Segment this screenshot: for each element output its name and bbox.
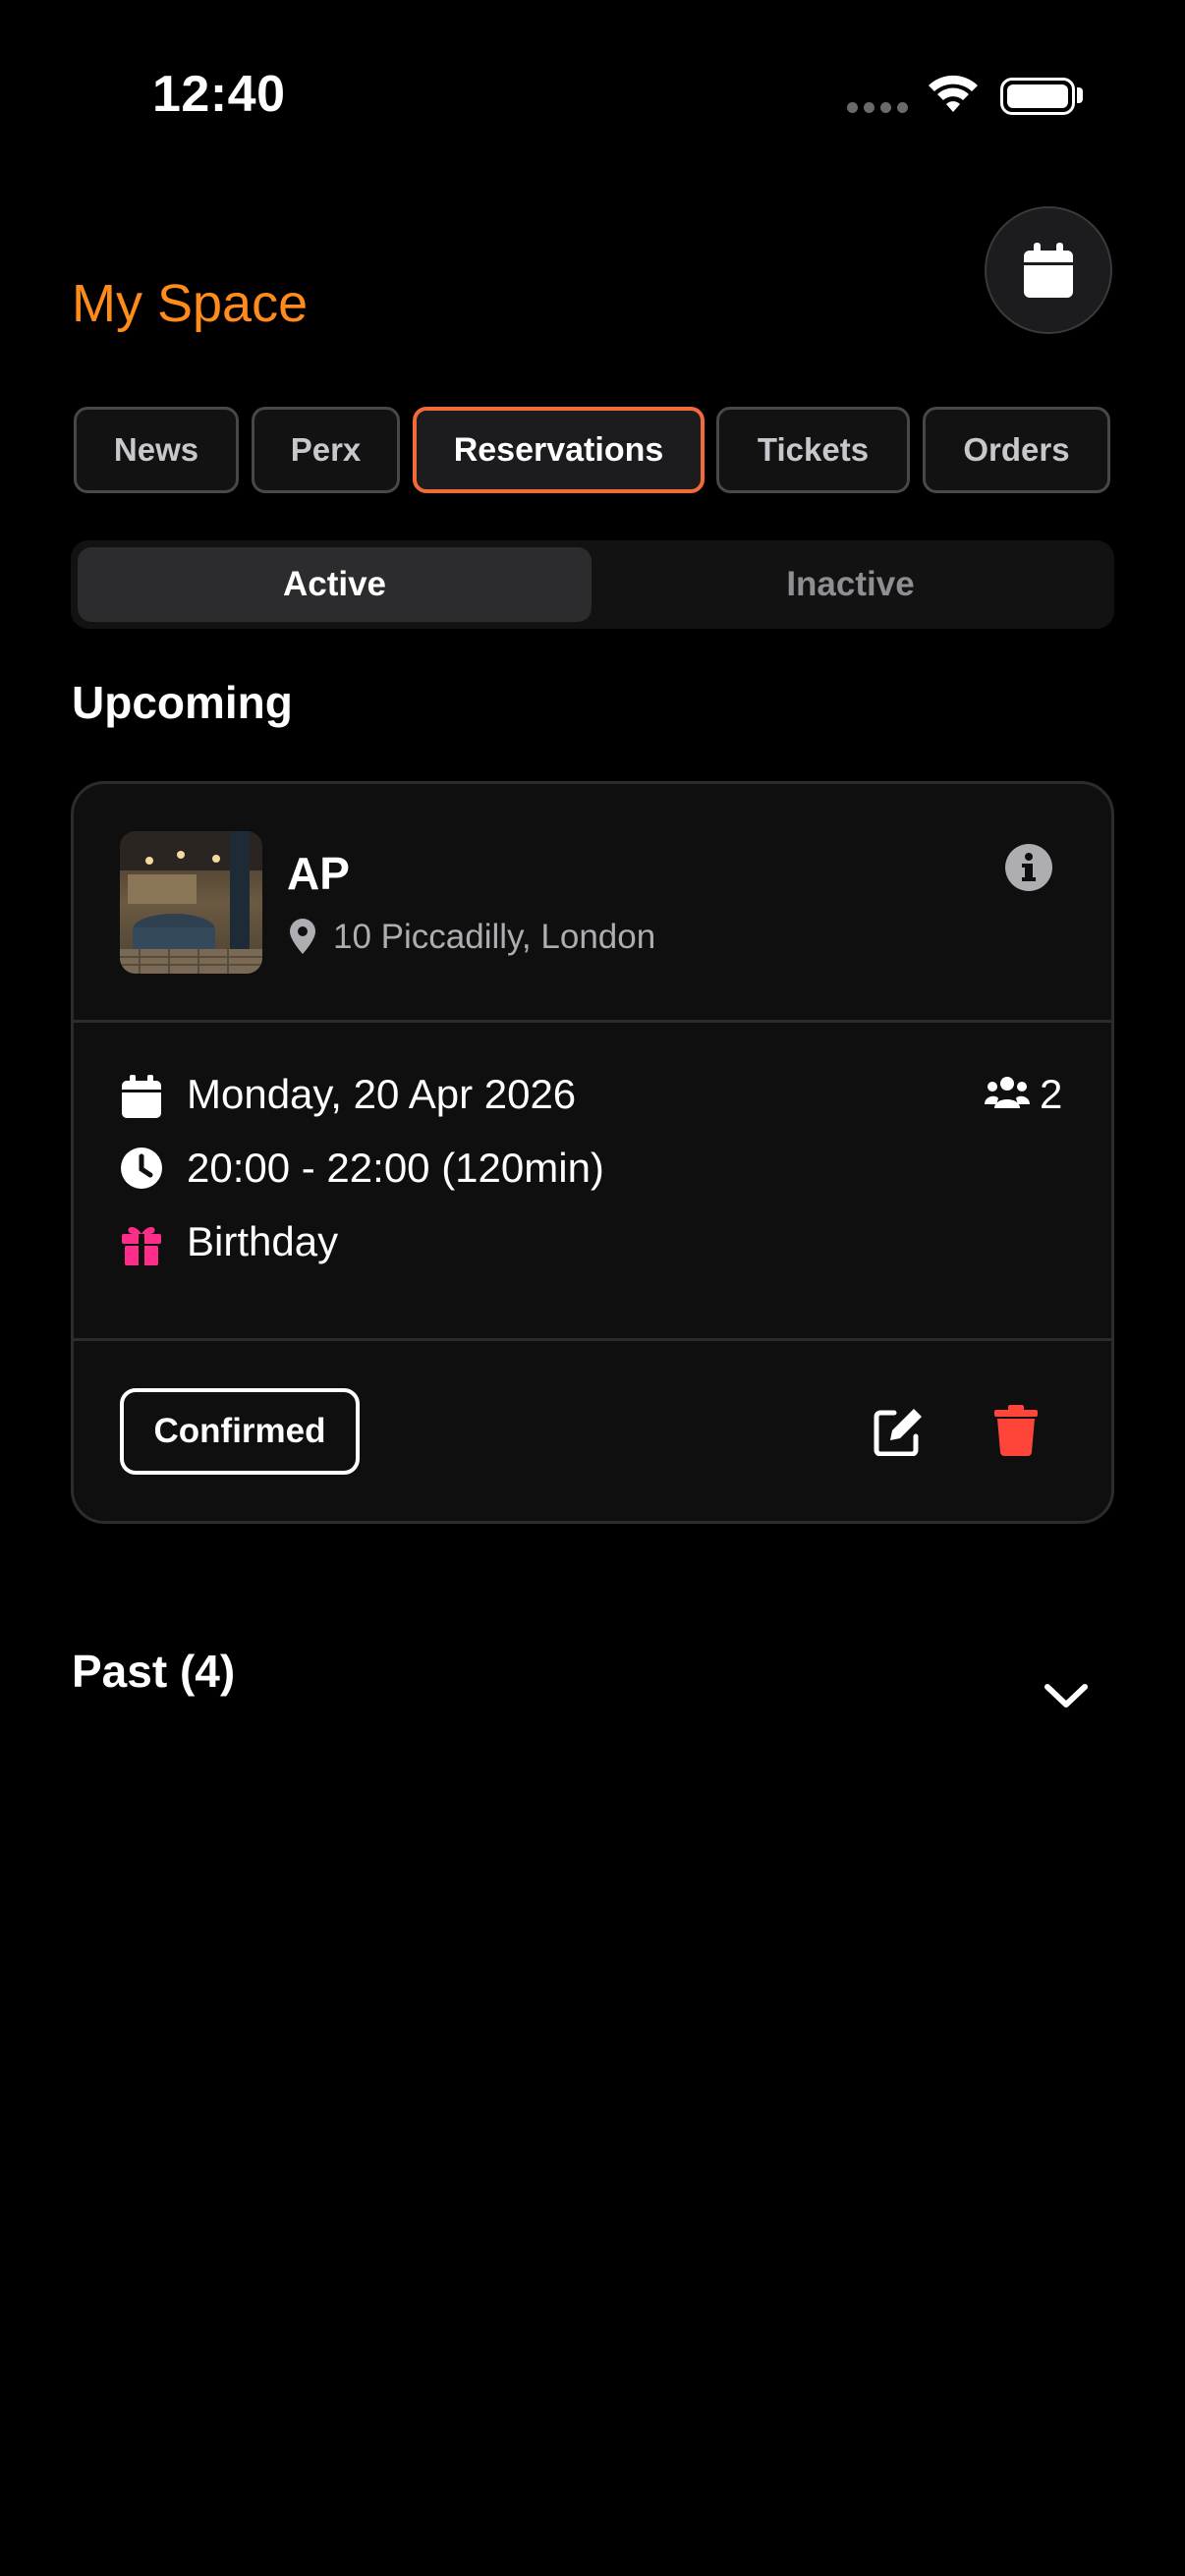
tab-reservations[interactable]: Reservations	[413, 407, 705, 493]
gift-icon	[122, 1227, 161, 1265]
battery-cap	[1077, 87, 1083, 103]
calendar-icon	[1024, 243, 1073, 298]
reservation-date: Monday, 20 Apr 2026	[187, 1071, 577, 1117]
info-icon[interactable]	[1004, 843, 1053, 892]
past-heading[interactable]: Past (4)	[72, 1645, 235, 1698]
delete-icon[interactable]	[994, 1405, 1038, 1456]
calendar-icon	[122, 1075, 161, 1118]
venue-address: 10 Piccadilly, London	[333, 918, 656, 956]
location-pin-icon	[290, 919, 315, 954]
battery-icon	[1000, 78, 1075, 115]
venue-thumbnail	[120, 831, 262, 974]
tab-perx[interactable]: Perx	[252, 407, 400, 493]
reservation-occasion: Birthday	[187, 1218, 339, 1264]
card-divider	[71, 1338, 1114, 1341]
upcoming-heading: Upcoming	[72, 677, 293, 728]
status-time: 12:40	[152, 66, 286, 123]
guests-icon	[985, 1077, 1030, 1108]
chevron-down-icon[interactable]	[1044, 1683, 1089, 1710]
status-badge: Confirmed	[120, 1388, 360, 1475]
edit-icon[interactable]	[873, 1407, 924, 1456]
cellular-signal-icon	[847, 102, 910, 116]
guest-count: 2	[1040, 1071, 1063, 1117]
wifi-icon	[926, 73, 981, 116]
clock-icon	[121, 1148, 162, 1189]
card-divider	[71, 1020, 1114, 1023]
calendar-button[interactable]	[985, 206, 1112, 334]
tab-orders[interactable]: Orders	[923, 407, 1110, 493]
venue-name: AP	[287, 848, 350, 899]
tab-news[interactable]: News	[74, 407, 239, 493]
segment-inactive[interactable]: Inactive	[593, 547, 1107, 622]
reservation-time: 20:00 - 22:00 (120min)	[187, 1145, 604, 1191]
page-title: My Space	[72, 274, 309, 333]
segment-active[interactable]: Active	[78, 547, 592, 622]
tab-tickets[interactable]: Tickets	[716, 407, 910, 493]
